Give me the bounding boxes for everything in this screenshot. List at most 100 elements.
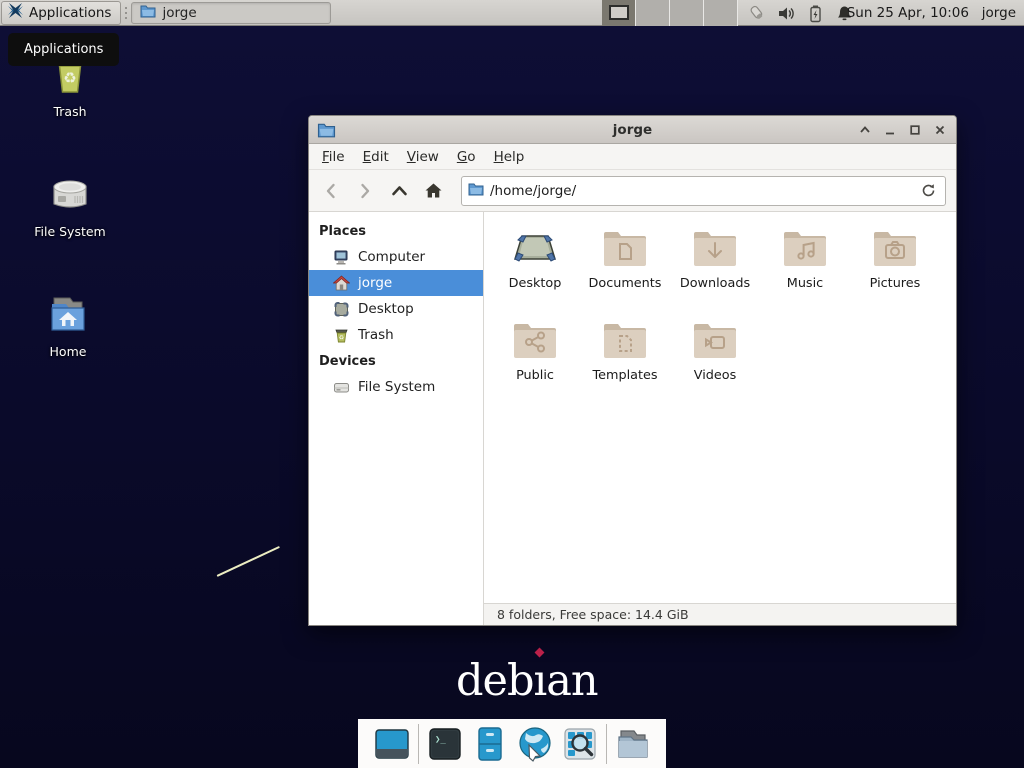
panel-clock[interactable]: Sun 25 Apr, 10:06 [847, 0, 969, 26]
dock-separator [606, 724, 607, 764]
workspace-3[interactable] [670, 0, 704, 26]
logo-text-prefix: deb [456, 656, 534, 706]
up-button[interactable] [383, 176, 415, 206]
downloads-folder-icon [691, 227, 739, 269]
forward-button[interactable] [349, 176, 381, 206]
file-manager-icon[interactable] [471, 725, 509, 763]
folder-item-label: Downloads [680, 276, 750, 291]
workspace-2[interactable] [636, 0, 670, 26]
minimize-button[interactable] [881, 121, 898, 138]
xfce-menu-icon [7, 2, 24, 23]
folder-icon [317, 122, 336, 138]
applications-tooltip: Applications [8, 33, 119, 66]
volume-icon[interactable] [777, 4, 796, 23]
toolbar [309, 170, 956, 212]
folder-icon [468, 182, 484, 200]
folder-item-label: Videos [694, 368, 737, 383]
menu-view[interactable]: View [398, 145, 448, 169]
sidebar-item-trash[interactable]: ♻ Trash [309, 322, 483, 348]
folder-icon [140, 4, 156, 22]
window-controls [856, 121, 948, 138]
folder-item-documents[interactable]: Documents [580, 220, 670, 306]
pictures-folder-icon [871, 227, 919, 269]
maximize-button[interactable] [906, 121, 923, 138]
file-pane: Desktop Documents [484, 212, 956, 625]
file-manager-window: jorge File Edit View Go Help [308, 115, 957, 626]
menu-go[interactable]: Go [448, 145, 485, 169]
menu-edit[interactable]: Edit [354, 145, 398, 169]
debian-logo: debıan [456, 660, 598, 703]
panel-user-menu[interactable]: jorge [982, 0, 1016, 26]
folder-item-templates[interactable]: Templates [580, 312, 670, 398]
folder-item-public[interactable]: Public [490, 312, 580, 398]
hard-drive-icon [333, 379, 350, 396]
sidebar-item-jorge[interactable]: jorge [309, 270, 483, 296]
workspace-pager [602, 0, 738, 26]
back-button[interactable] [315, 176, 347, 206]
desktop-icon-label: Trash [20, 104, 120, 119]
desktop-icon [333, 301, 350, 318]
workspace-window-thumbnail [609, 5, 629, 20]
shade-button[interactable] [856, 121, 873, 138]
menu-help[interactable]: Help [485, 145, 534, 169]
applications-menu-button[interactable]: Applications [1, 1, 121, 25]
workspace-1[interactable] [602, 0, 636, 26]
taskbar-window-label: jorge [162, 5, 196, 21]
hard-drive-icon [46, 170, 94, 218]
dock-separator [418, 724, 419, 764]
folder-item-label: Templates [592, 368, 657, 383]
folder-item-videos[interactable]: Videos [670, 312, 760, 398]
sidebar-item-label: File System [358, 379, 435, 395]
app-finder-icon[interactable] [561, 725, 599, 763]
window-body: Places Computer [309, 212, 956, 625]
sidebar-item-desktop[interactable]: Desktop [309, 296, 483, 322]
svg-text:♻: ♻ [63, 69, 76, 87]
music-folder-icon [781, 227, 829, 269]
computer-icon [333, 249, 350, 266]
folder-item-label: Music [787, 276, 823, 291]
videos-folder-icon [691, 319, 739, 361]
folder-item-pictures[interactable]: Pictures [850, 220, 940, 306]
sidebar-item-label: jorge [358, 275, 392, 291]
sidebar-item-computer[interactable]: Computer [309, 244, 483, 270]
folder-icon[interactable] [614, 725, 652, 763]
folder-item-downloads[interactable]: Downloads [670, 220, 760, 306]
home-folder-icon [44, 290, 92, 338]
folder-item-label: Documents [589, 276, 662, 291]
reload-icon[interactable] [917, 180, 939, 202]
status-text: 8 folders, Free space: 14.4 GiB [497, 607, 689, 622]
web-browser-icon[interactable] [516, 725, 554, 763]
taskbar-window-button[interactable]: jorge [131, 2, 331, 24]
location-bar[interactable] [461, 176, 946, 206]
panel-handle[interactable] [123, 4, 129, 22]
close-button[interactable] [931, 121, 948, 138]
folder-item-label: Desktop [509, 276, 562, 291]
home-icon [333, 275, 350, 292]
menu-file[interactable]: File [313, 145, 354, 169]
path-input[interactable] [490, 183, 911, 199]
trash-icon: ♻ [333, 327, 350, 344]
folder-item-desktop[interactable]: Desktop [490, 220, 580, 306]
desktop-icon-file-system[interactable]: File System [20, 170, 120, 239]
terminal-icon[interactable]: ❯_ [426, 725, 464, 763]
top-panel: Applications jorge [0, 0, 1024, 26]
input-device-icon[interactable] [748, 4, 767, 23]
documents-folder-icon [601, 227, 649, 269]
status-bar: 8 folders, Free space: 14.4 GiB [484, 603, 956, 625]
cursor-trail-artifact [217, 546, 280, 577]
svg-text:❯_: ❯_ [435, 735, 446, 745]
show-desktop-icon[interactable] [373, 725, 411, 763]
workspace-4[interactable] [704, 0, 738, 26]
desktop-icon-home[interactable]: Home [18, 290, 118, 359]
templates-folder-icon [601, 319, 649, 361]
sidebar-header-devices: Devices [309, 348, 483, 374]
svg-text:♻: ♻ [339, 334, 344, 341]
file-view[interactable]: Desktop Documents [484, 212, 956, 603]
window-titlebar[interactable]: jorge [309, 116, 956, 144]
sidebar-item-file-system[interactable]: File System [309, 374, 483, 400]
sidebar-item-label: Trash [358, 327, 394, 343]
system-tray [748, 0, 854, 26]
home-button[interactable] [417, 176, 449, 206]
folder-item-music[interactable]: Music [760, 220, 850, 306]
battery-icon[interactable] [806, 4, 825, 23]
